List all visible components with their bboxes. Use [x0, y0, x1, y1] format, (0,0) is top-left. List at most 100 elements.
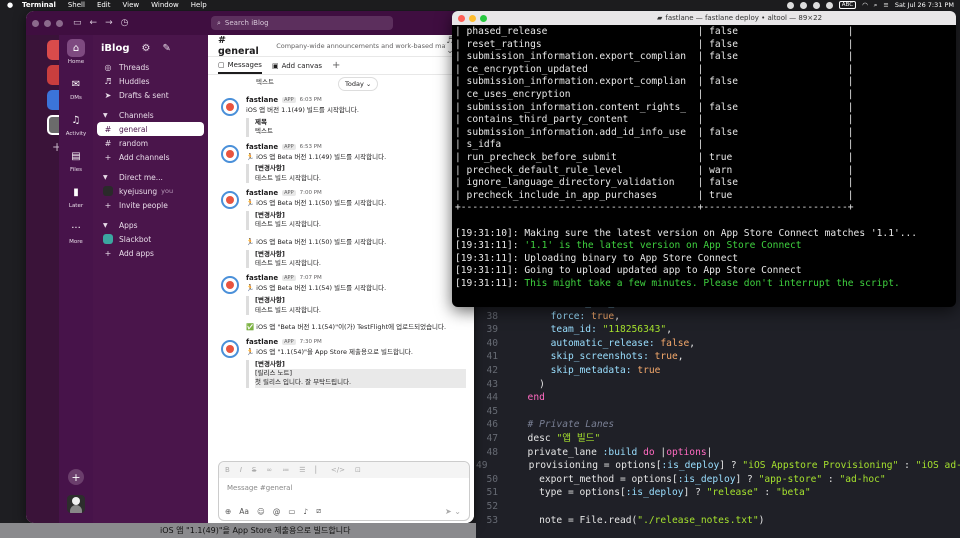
message-list[interactable]: 텍스트 Today ⌄ fastlane APP 6:03 PM iOS 앱 버전 … — [208, 75, 474, 441]
italic-icon[interactable]: I — [240, 466, 242, 474]
send-icon[interactable]: ➤ ⌄ — [445, 507, 461, 516]
zoom-button[interactable] — [480, 14, 487, 22]
strike-icon[interactable]: S — [252, 466, 256, 474]
menu-app-name[interactable]: Terminal — [22, 1, 56, 9]
sidebar-item-random[interactable]: # random — [93, 136, 208, 150]
back-arrow-icon[interactable]: ← — [90, 18, 98, 28]
search-input[interactable]: ⌕ Search iBlog — [211, 16, 393, 30]
apps-section-header[interactable]: ▼ Apps — [93, 218, 208, 232]
workspace-name[interactable]: iBlog — [101, 43, 130, 54]
message-time[interactable]: 6:03 PM — [300, 97, 322, 103]
menu-shell[interactable]: Shell — [68, 1, 85, 9]
text-format-icon[interactable]: Aa — [239, 507, 249, 516]
message-author[interactable]: fastlane — [246, 338, 278, 346]
status-icon[interactable] — [812, 1, 820, 9]
terminal-output[interactable]: | phased_release | false | | reset_rating… — [452, 25, 956, 291]
gear-icon[interactable]: ⚙ — [142, 43, 151, 54]
caret-down-icon: ▼ — [103, 221, 108, 229]
zoom-button[interactable] — [56, 19, 63, 27]
link-icon[interactable]: ∞ — [266, 466, 272, 474]
emoji-icon[interactable]: ☺ — [257, 507, 265, 516]
code-line: 51 type = options[:is_deploy] ? "release… — [486, 487, 811, 499]
message[interactable]: fastlane APP 6:53 PM 🏃 iOS 앱 Beta 버전 1.1(4… — [216, 143, 466, 184]
wifi-icon[interactable]: ◠ — [862, 1, 868, 9]
message[interactable]: fastlane APP 7:07 PM 🏃 iOS 앱 Beta 버전 1.1(5… — [216, 274, 466, 331]
sidebar-item-add-apps[interactable]: + Add apps — [93, 246, 208, 260]
nav-activity[interactable]: ♫ Activity — [66, 111, 87, 138]
tab-add-canvas[interactable]: ▣ Add canvas — [272, 62, 322, 70]
bold-icon[interactable]: B — [225, 466, 230, 474]
terminal-table-row: | reset_ratings | false | — [455, 38, 854, 50]
status-icon[interactable] — [786, 1, 794, 9]
menu-help[interactable]: Help — [191, 1, 207, 9]
channel-title[interactable]: # general — [218, 35, 268, 57]
apple-icon[interactable]: ● — [6, 1, 14, 9]
menu-window[interactable]: Window — [151, 1, 179, 9]
terminal-log-line: [19:31:11]: '1.1' is the latest version … — [455, 240, 802, 252]
code-block-icon[interactable]: ⊡ — [355, 466, 361, 474]
message[interactable]: fastlane APP 7:00 PM 🏃 iOS 앱 Beta 버전 1.1(5… — [216, 189, 466, 269]
history-clock-icon[interactable]: ◷ — [121, 18, 129, 28]
message-time[interactable]: 7:30 PM — [300, 339, 322, 345]
video-icon[interactable]: ▭ — [288, 507, 295, 516]
add-tab-icon[interactable]: + — [332, 60, 340, 71]
message-author[interactable]: fastlane — [246, 189, 278, 197]
forward-arrow-icon[interactable]: → — [105, 18, 113, 28]
user-avatar[interactable] — [67, 495, 85, 513]
input-source-indicator[interactable]: ABC — [838, 1, 857, 9]
create-new-button[interactable]: + — [68, 469, 84, 485]
sidebar-item-invite[interactable]: + Invite people — [93, 198, 208, 212]
sidebar-toggle-icon[interactable]: ▭ — [73, 18, 82, 28]
message-time[interactable]: 6:53 PM — [300, 144, 322, 150]
tab-messages[interactable]: ▢ Messages — [218, 61, 262, 74]
sidebar-item-add-channels[interactable]: + Add channels — [93, 150, 208, 164]
message-time[interactable]: 7:00 PM — [300, 190, 322, 196]
nav-home[interactable]: ⌂ Home — [67, 39, 85, 65]
nav-later[interactable]: ▮ Later — [67, 183, 85, 210]
menu-clock[interactable]: Sat Jul 26 7:31 PM — [895, 1, 954, 9]
sidebar-item-huddles[interactable]: ♬ Huddles — [93, 74, 208, 88]
dm-section-header[interactable]: ▼ Direct me... — [93, 170, 208, 184]
control-center-icon[interactable]: ≡ — [883, 1, 888, 9]
status-icon[interactable] — [825, 1, 833, 9]
menu-view[interactable]: View — [123, 1, 140, 9]
channels-section-header[interactable]: ▼ Channels — [93, 108, 208, 122]
message[interactable]: fastlane APP 6:03 PM iOS 앱 버전 1.1(49) 빌드를 … — [216, 96, 466, 137]
sidebar-item-slackbot[interactable]: Slackbot — [93, 232, 208, 246]
terminal-window[interactable]: ▰ fastlane — fastlane deploy • altool — 8… — [452, 11, 956, 307]
sidebar-item-threads[interactable]: ◎ Threads — [93, 60, 208, 74]
compose-icon[interactable]: ✎ — [162, 43, 170, 54]
close-button[interactable] — [458, 14, 465, 22]
minimize-button[interactable] — [469, 14, 476, 22]
terminal-table-row: | ignore_language_directory_validation |… — [455, 177, 854, 189]
bullet-list-icon[interactable]: ☰ — [299, 466, 305, 474]
sidebar-item-dm-self[interactable]: kyejusung you — [93, 184, 208, 198]
message-author[interactable]: fastlane — [246, 143, 278, 151]
message-composer[interactable]: B I S ∞ ≔ ☰ ▏ </> ⊡ Message #general ⊕ A… — [218, 461, 470, 521]
nav-dms[interactable]: ✉ DMs — [67, 75, 85, 102]
nav-files[interactable]: ▤ Files — [67, 147, 85, 174]
message-author[interactable]: fastlane — [246, 274, 278, 282]
quote-icon[interactable]: ▏ — [315, 466, 320, 474]
ordered-list-icon[interactable]: ≔ — [282, 466, 289, 474]
menu-edit[interactable]: Edit — [97, 1, 111, 9]
message-author[interactable]: fastlane — [246, 96, 278, 104]
minimize-button[interactable] — [44, 19, 51, 27]
message-input[interactable]: Message #general — [219, 478, 469, 498]
sidebar-item-label: Add apps — [119, 248, 154, 258]
shortcuts-icon[interactable]: ⧄ — [316, 506, 321, 516]
sidebar-item-general[interactable]: # general — [97, 122, 204, 136]
status-icon[interactable] — [799, 1, 807, 9]
microphone-icon[interactable]: ♪ — [303, 507, 308, 516]
message-time[interactable]: 7:07 PM — [300, 275, 322, 281]
message[interactable]: fastlane APP 7:30 PM 🏃 iOS 앱 "1.1(54)"을 Ap… — [216, 338, 466, 388]
code-editor[interactable]: 37 submit_for_review: true, 38 force: tr… — [476, 290, 960, 538]
search-icon[interactable]: ⌕ — [874, 1, 878, 10]
date-divider[interactable]: Today ⌄ — [338, 77, 379, 91]
nav-more[interactable]: ··· More — [67, 219, 85, 246]
sidebar-item-drafts[interactable]: ➤ Drafts & sent — [93, 88, 208, 102]
mention-icon[interactable]: @ — [273, 507, 281, 516]
close-button[interactable] — [32, 19, 39, 27]
code-icon[interactable]: </> — [331, 466, 345, 474]
add-attachment-icon[interactable]: ⊕ — [225, 507, 231, 516]
